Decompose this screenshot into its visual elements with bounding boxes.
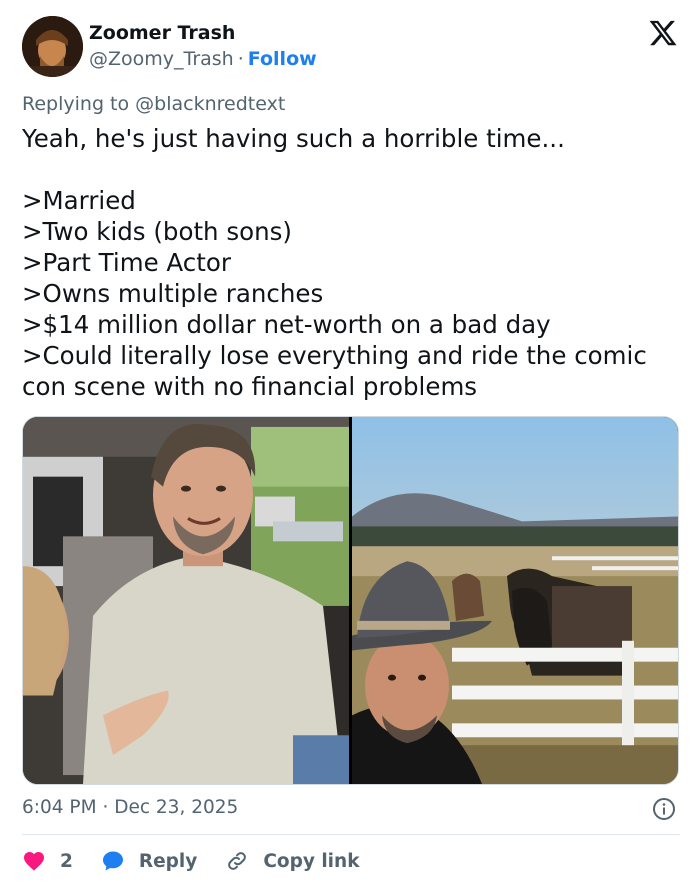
tweet-line-gap <box>22 154 682 185</box>
tweet-timestamp[interactable]: 6:04 PM · Dec 23, 2025 <box>22 797 238 818</box>
link-icon <box>228 852 247 870</box>
info-icon[interactable] <box>652 797 676 821</box>
reply-bubble-icon <box>102 851 123 871</box>
tweet-line: >$14 million dollar net-worth on a bad d… <box>22 310 551 339</box>
like-count: 2 <box>60 850 73 872</box>
reply-prefix: Replying to <box>22 93 130 115</box>
separator-dot: · <box>237 48 244 70</box>
tweet-line: >Part Time Actor <box>22 248 231 277</box>
tweet-media <box>22 416 679 785</box>
tweet-line: >Owns multiple ranches <box>22 279 324 308</box>
tweet-date: Dec 23, 2025 <box>114 797 239 818</box>
follow-button[interactable]: Follow <box>248 48 317 70</box>
like-button[interactable]: 2 <box>22 849 73 873</box>
author-handle-row: @Zoomy_Trash · Follow <box>89 48 317 70</box>
action-bar: 2 Reply Copy link <box>22 846 388 876</box>
tweet-text: Yeah, he's just having such a horrible t… <box>22 123 682 402</box>
heart-icon <box>24 852 44 871</box>
tweet-line: >Two kids (both sons) <box>22 217 292 246</box>
reply-mention[interactable]: @blacknredtext <box>135 93 285 115</box>
avatar[interactable] <box>22 16 83 77</box>
copy-link-label: Copy link <box>263 850 360 872</box>
divider <box>22 834 680 835</box>
photo-man-in-car[interactable] <box>23 417 349 784</box>
x-logo-icon[interactable] <box>648 18 678 48</box>
copy-link-button[interactable]: Copy link <box>225 849 360 873</box>
tweet-line: >Married <box>22 186 136 215</box>
author-handle[interactable]: @Zoomy_Trash <box>89 48 234 70</box>
tweet-time: 6:04 PM <box>22 797 97 818</box>
author-name[interactable]: Zoomer Trash <box>89 22 235 44</box>
separator-dot: · <box>102 797 109 818</box>
tweet-line: con scene with no financial problems <box>22 372 478 401</box>
reply-button[interactable]: Reply <box>101 849 197 873</box>
tweet-line: >Could literally lose everything and rid… <box>22 341 647 370</box>
reply-label: Reply <box>138 850 198 872</box>
reply-context: Replying to @blacknredtext <box>22 93 285 115</box>
photo-man-in-cowboy-hat-with-horses[interactable] <box>352 417 678 784</box>
tweet-line: Yeah, he's just having such a horrible t… <box>22 124 565 153</box>
tweet-card: Zoomer Trash @Zoomy_Trash · Follow Replyin… <box>0 0 700 888</box>
